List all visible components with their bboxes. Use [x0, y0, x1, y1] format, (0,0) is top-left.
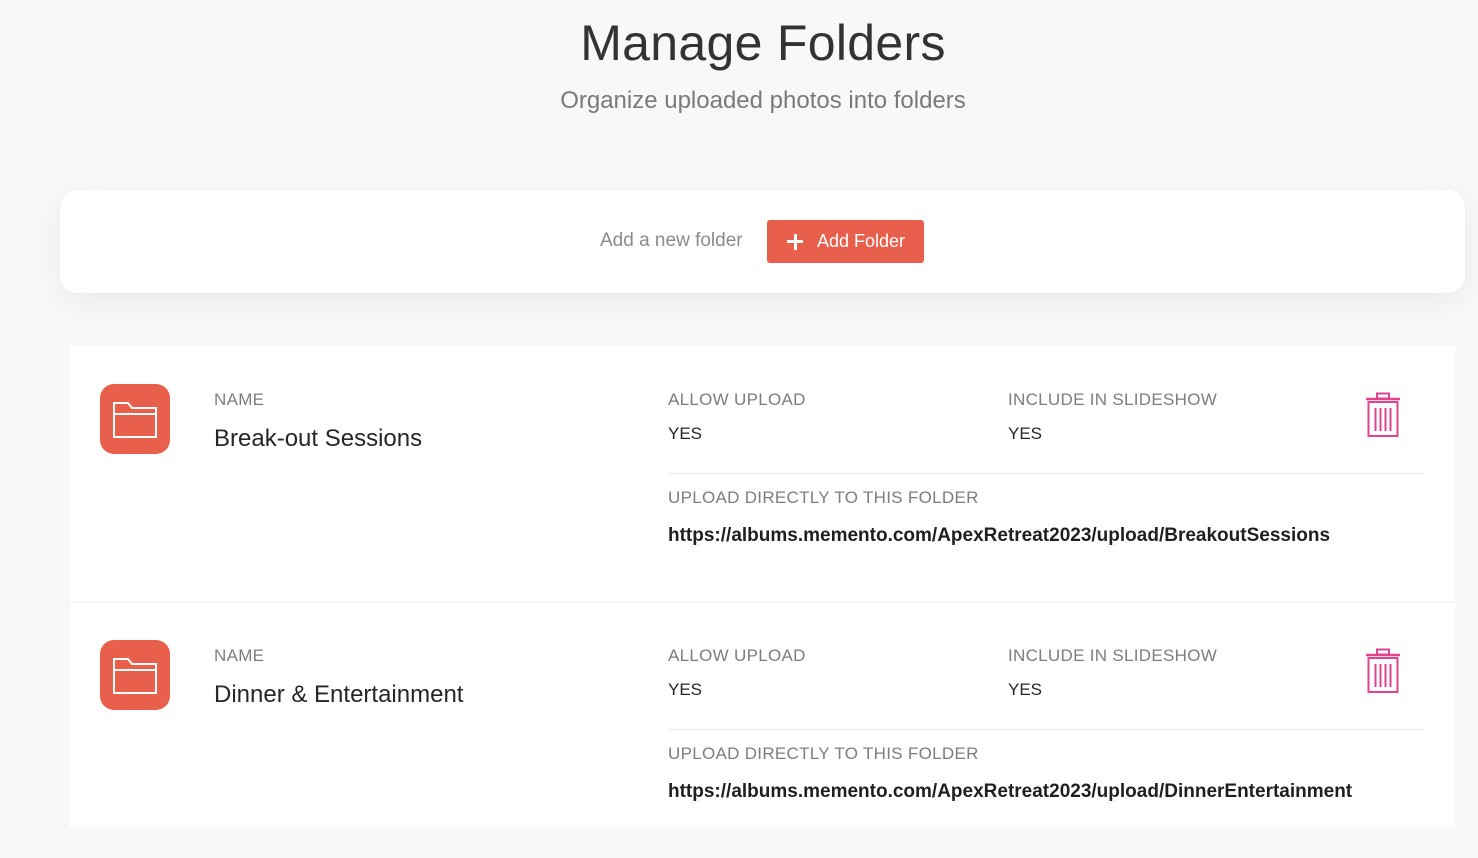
allow-upload-label: ALLOW UPLOAD — [668, 390, 806, 409]
row-divider — [668, 729, 1424, 730]
name-label: NAME — [214, 646, 265, 665]
add-folder-button[interactable]: Add Folder — [767, 220, 924, 263]
direct-upload-link[interactable]: https://albums.memento.com/ApexRetreat20… — [668, 781, 1352, 803]
direct-upload-link[interactable]: https://albums.memento.com/ApexRetreat20… — [668, 525, 1330, 547]
slideshow-label: INCLUDE IN SLIDESHOW — [1008, 390, 1218, 409]
trash-icon — [1366, 392, 1400, 437]
trash-icon — [1366, 648, 1400, 693]
allow-upload-label: ALLOW UPLOAD — [668, 646, 806, 665]
add-folder-button-label: Add Folder — [817, 231, 906, 251]
folder-icon — [100, 640, 170, 710]
slideshow-value: YES — [1008, 424, 1043, 443]
add-folder-label: Add a new folder — [600, 230, 743, 251]
folder-name: Dinner & Entertainment — [214, 681, 464, 708]
name-label: NAME — [214, 390, 265, 409]
add-folder-card: Add a new folder Add Folder — [60, 190, 1465, 293]
delete-folder-button[interactable] — [1360, 390, 1406, 442]
plus-icon — [787, 233, 803, 250]
folder-row: NAME Break-out Sessions ALLOW UPLOAD YES… — [70, 346, 1455, 603]
page-title: Manage Folders — [580, 15, 946, 71]
folder-row: NAME Dinner & Entertainment ALLOW UPLOAD… — [70, 602, 1455, 858]
folder-list: NAME Break-out Sessions ALLOW UPLOAD YES… — [70, 346, 1455, 828]
folder-name: Break-out Sessions — [214, 425, 423, 452]
allow-upload-value: YES — [668, 424, 703, 443]
slideshow-label: INCLUDE IN SLIDESHOW — [1008, 646, 1218, 665]
row-divider — [668, 473, 1424, 474]
direct-upload-label: UPLOAD DIRECTLY TO THIS FOLDER — [668, 744, 979, 763]
page-subtitle: Organize uploaded photos into folders — [560, 87, 966, 114]
folder-icon — [100, 384, 170, 454]
allow-upload-value: YES — [668, 680, 703, 699]
slideshow-value: YES — [1008, 680, 1043, 699]
delete-folder-button[interactable] — [1360, 646, 1406, 698]
direct-upload-label: UPLOAD DIRECTLY TO THIS FOLDER — [668, 488, 979, 507]
